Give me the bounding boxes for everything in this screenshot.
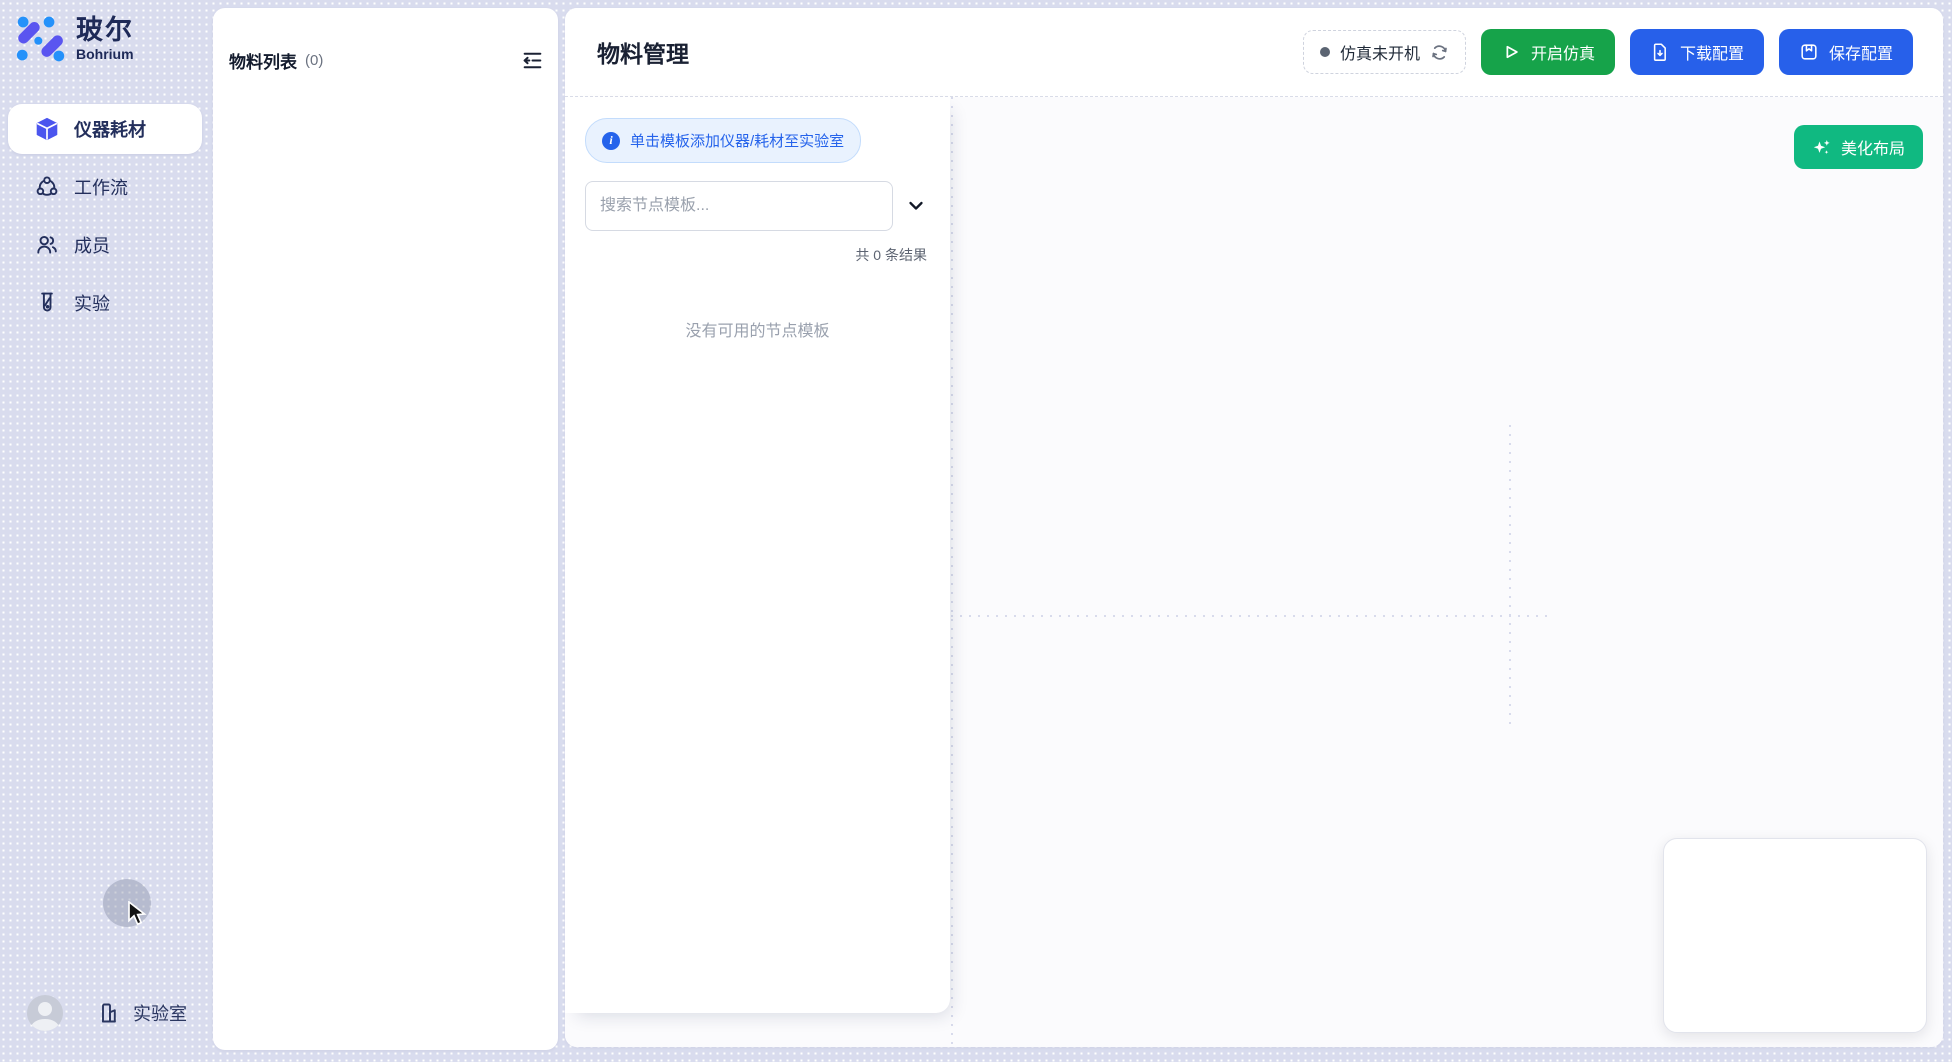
sidebar-item-members[interactable]: 成员 [8, 220, 202, 270]
main-header: 物料管理 仿真未开机 开启仿真 [565, 8, 1943, 97]
canvas-gridline-horizontal [951, 615, 1551, 617]
sidebar-item-label: 成员 [74, 232, 110, 258]
members-icon [34, 232, 60, 258]
info-banner-text: 单击模板添加仪器/耗材至实验室 [630, 130, 844, 151]
status-dot-icon [1320, 47, 1330, 57]
app-title: 玻尔 [76, 16, 134, 44]
workflow-icon [34, 174, 60, 200]
save-config-button[interactable]: 保存配置 [1779, 29, 1913, 75]
empty-state-text: 没有可用的节点模板 [585, 317, 950, 341]
sidebar-item-experiment[interactable]: 实验 [8, 278, 202, 328]
download-config-button[interactable]: 下载配置 [1630, 29, 1764, 75]
flow-canvas[interactable]: i 单击模板添加仪器/耗材至实验室 共 0 条结果 没有可用的节点模板 [565, 97, 1943, 1047]
materials-list-panel: 物料列表 (0) [213, 8, 558, 1050]
app-subtitle: Bohrium [76, 47, 134, 62]
status-label: 仿真未开机 [1340, 40, 1420, 64]
materials-list-header: 物料列表 (0) [213, 8, 558, 73]
canvas-gridline-vertical [1509, 425, 1511, 730]
app-root: 玻尔 Bohrium 仪器耗材 工作流 [0, 0, 1952, 1062]
materials-list-title: 物料列表 [229, 48, 297, 73]
main-panel: 物料管理 仿真未开机 开启仿真 [565, 8, 1943, 1047]
info-banner: i 单击模板添加仪器/耗材至实验室 [585, 118, 861, 163]
lab-building-icon [97, 1000, 123, 1026]
avatar[interactable] [27, 995, 63, 1031]
result-count: 共 0 条结果 [585, 245, 950, 265]
simulation-status-pill[interactable]: 仿真未开机 [1303, 30, 1466, 74]
save-icon [1799, 42, 1819, 62]
play-icon [1501, 42, 1521, 62]
cube-icon [34, 116, 60, 142]
sidebar-item-label: 仪器耗材 [74, 116, 146, 142]
chevron-down-icon[interactable] [907, 197, 925, 215]
start-simulation-button[interactable]: 开启仿真 [1481, 29, 1615, 75]
mouse-cursor [127, 901, 151, 927]
bohrium-logo-icon [16, 14, 66, 64]
header-actions: 仿真未开机 开启仿真 [1303, 29, 1913, 75]
sparkles-icon [1812, 137, 1832, 157]
collapse-panel-icon[interactable] [521, 49, 544, 72]
sidebar-item-workflow[interactable]: 工作流 [8, 162, 202, 212]
logo: 玻尔 Bohrium [0, 0, 213, 64]
template-search-row [585, 181, 950, 231]
sidebar-item-instruments[interactable]: 仪器耗材 [8, 104, 202, 154]
lab-label: 实验室 [133, 1000, 187, 1026]
search-input[interactable] [585, 181, 893, 231]
lab-switcher[interactable]: 实验室 [97, 1000, 187, 1026]
refresh-icon[interactable] [1430, 43, 1449, 62]
sidebar-nav: 仪器耗材 工作流 成员 [8, 104, 202, 328]
page-title: 物料管理 [597, 35, 1303, 69]
info-icon: i [602, 132, 620, 150]
template-panel: i 单击模板添加仪器/耗材至实验室 共 0 条结果 没有可用的节点模板 [565, 97, 950, 1013]
sidebar-footer: 实验室 [27, 995, 187, 1031]
beautify-layout-button[interactable]: 美化布局 [1794, 125, 1923, 169]
canvas-gridline-vertical [951, 97, 953, 1047]
sidebar-item-label: 实验 [74, 290, 110, 316]
file-download-icon [1650, 42, 1670, 62]
materials-list-count: (0) [305, 52, 521, 69]
minimap [1663, 838, 1927, 1033]
sidebar-item-label: 工作流 [74, 174, 128, 200]
experiment-icon [34, 290, 60, 316]
